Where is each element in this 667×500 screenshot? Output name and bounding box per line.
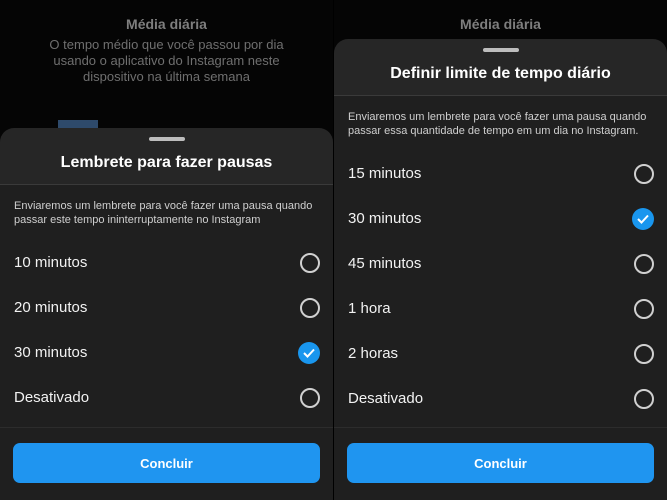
concluir-button[interactable]: Concluir: [13, 443, 320, 483]
sheet-footer: Concluir: [334, 427, 667, 500]
radio-empty-icon[interactable]: [634, 388, 654, 409]
option-2-horas[interactable]: 2 horas: [334, 331, 667, 376]
radio-empty-icon[interactable]: [300, 252, 320, 273]
option-15-minutos[interactable]: 15 minutos: [334, 151, 667, 196]
option-20-minutos[interactable]: 20 minutos: [0, 285, 333, 330]
daily-limit-screen: 12m Média diária Definir limite de tempo…: [334, 0, 667, 500]
sheet-body: Enviaremos um lembrete para você fazer u…: [334, 96, 667, 500]
break-reminder-screen: 12m Média diária O tempo médio que você …: [0, 0, 333, 500]
option-30-minutos[interactable]: 30 minutos: [334, 196, 667, 241]
option-label: Desativado: [14, 389, 90, 406]
option-label: 15 minutos: [348, 165, 422, 182]
bottom-sheet: Lembrete para fazer pausas Enviaremos um…: [0, 128, 333, 500]
radio-empty-icon[interactable]: [634, 343, 654, 364]
sheet-description: Enviaremos um lembrete para você fazer u…: [14, 200, 313, 226]
radio-empty-icon[interactable]: [634, 253, 654, 274]
sheet-body: Enviaremos um lembrete para você fazer u…: [0, 185, 333, 500]
sheet-description: Enviaremos um lembrete para você fazer u…: [348, 111, 647, 137]
option-desativado[interactable]: Desativado: [0, 375, 333, 420]
radio-empty-icon[interactable]: [300, 297, 320, 318]
option-30-minutos[interactable]: 30 minutos: [0, 330, 333, 375]
options-list: 10 minutos 20 minutos 30 minutos Desativ…: [0, 240, 333, 420]
radio-empty-icon[interactable]: [634, 298, 654, 319]
option-label: 30 minutos: [348, 210, 422, 227]
daily-average-title: Média diária: [126, 16, 207, 32]
option-10-minutos[interactable]: 10 minutos: [0, 240, 333, 285]
sheet-title: Definir limite de tempo diário: [390, 65, 611, 82]
radio-empty-icon[interactable]: [300, 387, 320, 408]
option-1-hora[interactable]: 1 hora: [334, 286, 667, 331]
option-label: 1 hora: [348, 300, 391, 317]
option-label: 20 minutos: [14, 299, 88, 316]
option-label: 45 minutos: [348, 255, 422, 272]
options-list: 15 minutos 30 minutos 45 minutos 1 hora: [334, 151, 667, 421]
option-desativado[interactable]: Desativado: [334, 376, 667, 421]
sheet-title: Lembrete para fazer pausas: [60, 154, 273, 171]
sheet-footer: Concluir: [0, 427, 333, 500]
option-45-minutos[interactable]: 45 minutos: [334, 241, 667, 286]
concluir-button[interactable]: Concluir: [347, 443, 654, 483]
checkmark-icon[interactable]: [632, 207, 654, 230]
sheet-drag-handle[interactable]: [148, 137, 185, 141]
option-label: 2 horas: [348, 345, 399, 362]
daily-average-title: Média diária: [460, 16, 541, 32]
bottom-sheet: Definir limite de tempo diário Enviaremo…: [334, 39, 667, 500]
option-label: Desativado: [348, 390, 424, 407]
option-label: 30 minutos: [14, 344, 88, 361]
daily-average-description: O tempo médio que você passou por dia us…: [49, 37, 284, 84]
radio-empty-icon[interactable]: [634, 163, 654, 184]
checkmark-icon[interactable]: [298, 341, 320, 364]
option-label: 10 minutos: [14, 254, 88, 271]
sheet-drag-handle[interactable]: [482, 48, 519, 52]
